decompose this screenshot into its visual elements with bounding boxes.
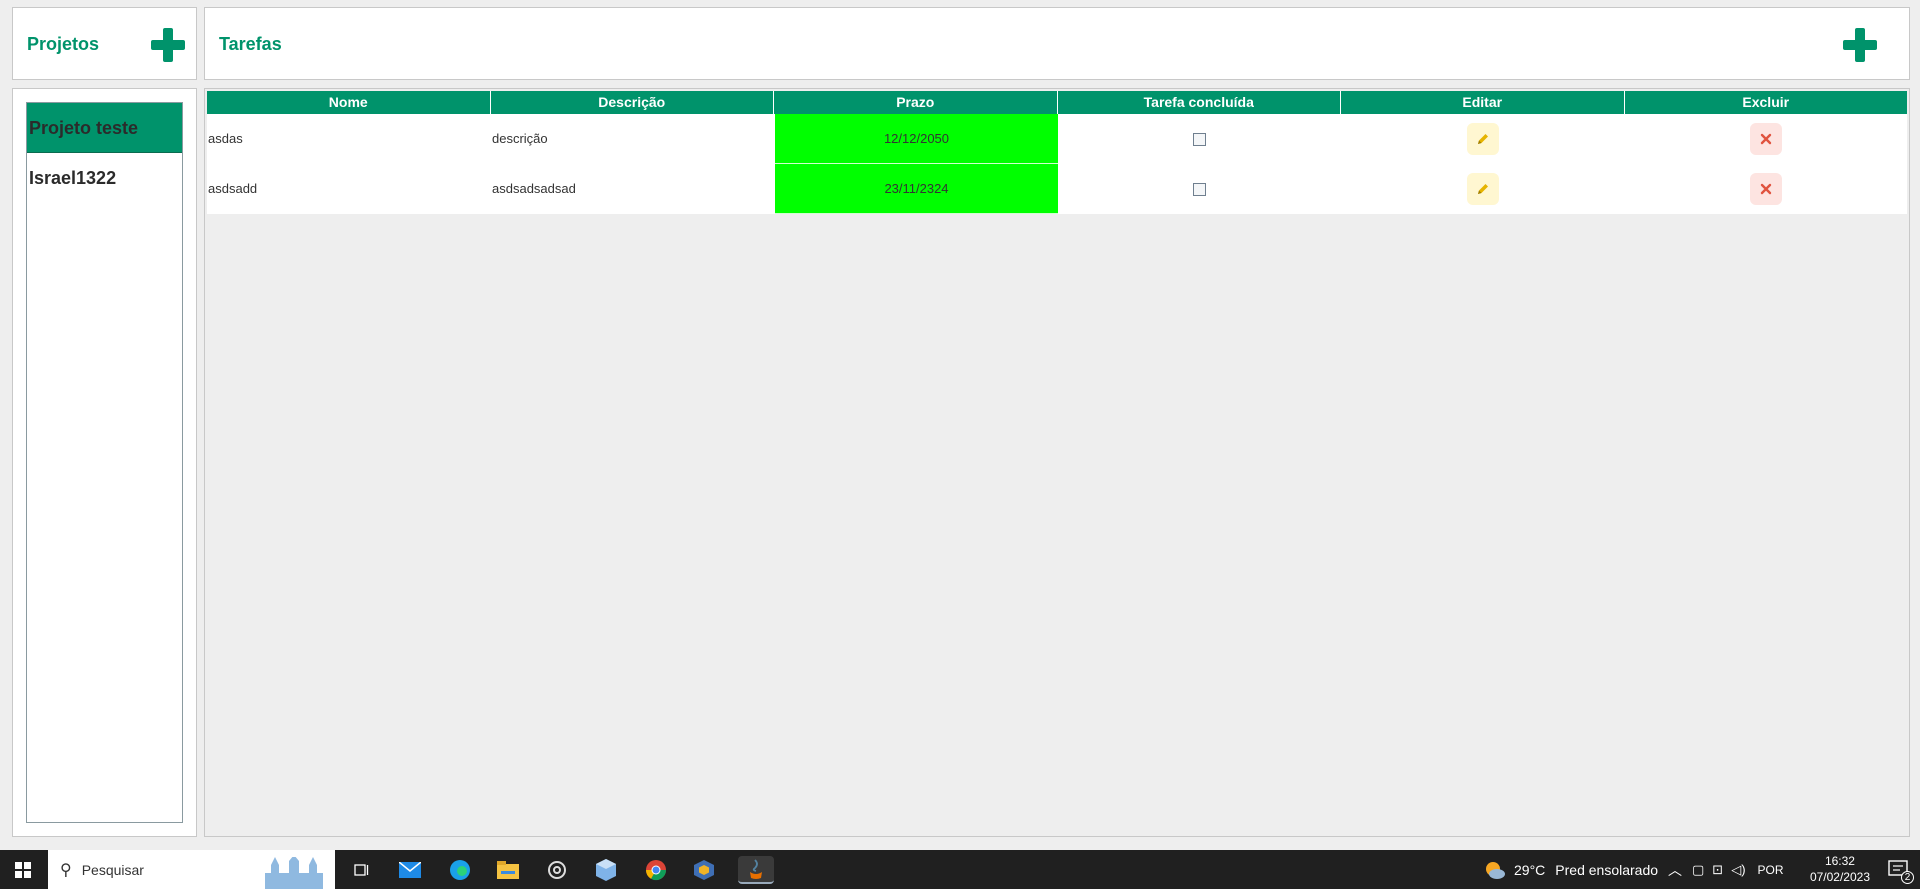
virtualbox-icon[interactable] — [592, 856, 620, 884]
taskbar-search[interactable]: ⚲ Pesquisar — [48, 850, 335, 889]
edit-task-button[interactable] — [1466, 173, 1499, 205]
project-item[interactable]: Israel1322 — [27, 153, 182, 203]
task-description-cell[interactable]: descrição — [491, 114, 775, 164]
projects-title: Projetos — [27, 34, 100, 54]
weather-description: Pred ensolarado — [1555, 861, 1659, 878]
task-deadline-cell[interactable]: 12/12/2050 — [775, 114, 1058, 164]
chrome-icon[interactable] — [642, 856, 670, 884]
table-row[interactable]: asdsadd asdsadsadsad 23/11/2324 — [207, 164, 1907, 214]
task-deadline-cell[interactable]: 23/11/2324 — [775, 164, 1058, 214]
column-header-edit[interactable]: Editar — [1341, 91, 1625, 114]
task-name-cell[interactable]: asdas — [207, 114, 491, 164]
add-task-button[interactable] — [1843, 28, 1877, 62]
system-tray: ︿ ▢ ⊡ ◁) POR — [1668, 850, 1784, 889]
edit-task-button[interactable] — [1466, 123, 1499, 155]
windows-icon — [15, 861, 31, 878]
add-project-button[interactable] — [151, 28, 185, 62]
tasks-table-body: asdas descrição 12/12/2050 asdsadd asdsa… — [207, 114, 1907, 214]
todo-app-window: Projetos Tarefas Projeto teste Israel132… — [0, 0, 1920, 850]
volume-icon[interactable]: ◁) — [1731, 862, 1745, 878]
app-cube-icon[interactable] — [690, 856, 718, 884]
column-header-completed[interactable]: Tarefa concluída — [1058, 91, 1341, 114]
search-placeholder: Pesquisar — [81, 861, 144, 878]
projects-panel: Projeto teste Israel1322 — [12, 88, 197, 837]
clock-time: 16:32 — [1824, 854, 1855, 868]
windows-taskbar: ⚲ Pesquisar 29°C Pred ensolarado ︿ ▢ ⊡ ◁… — [0, 850, 1920, 889]
column-header-description[interactable]: Descrição — [491, 91, 774, 114]
edge-browser-icon[interactable] — [446, 856, 474, 884]
weather-widget[interactable]: 29°C Pred ensolarado — [1484, 850, 1658, 889]
close-icon — [1760, 183, 1771, 195]
notification-count-badge: 2 — [1901, 871, 1914, 884]
task-completed-cell — [1058, 164, 1341, 214]
chevron-up-icon[interactable]: ︿ — [1668, 860, 1682, 880]
castle-illustration-icon — [265, 857, 323, 889]
pencil-icon — [1477, 134, 1488, 144]
column-header-deadline[interactable]: Prazo — [774, 91, 1058, 114]
task-completed-cell — [1058, 114, 1341, 164]
task-description-cell[interactable]: asdsadsadsad — [491, 164, 775, 214]
column-header-delete[interactable]: Excluir — [1625, 91, 1908, 114]
projects-list[interactable]: Projeto teste Israel1322 — [26, 102, 183, 823]
tasks-table-panel: Nome Descrição Prazo Tarefa concluída Ed… — [204, 88, 1910, 837]
project-item[interactable]: Projeto teste — [27, 103, 182, 153]
projects-header: Projetos — [12, 7, 197, 80]
file-explorer-icon[interactable] — [494, 856, 522, 884]
weather-temperature: 29°C — [1514, 861, 1546, 878]
tasks-title: Tarefas — [219, 34, 282, 54]
network-icon[interactable]: ⊡ — [1712, 862, 1723, 878]
delete-task-button[interactable] — [1749, 123, 1782, 155]
task-completed-checkbox[interactable] — [1193, 182, 1206, 196]
search-icon: ⚲ — [60, 861, 72, 879]
delete-task-button[interactable] — [1749, 173, 1782, 205]
task-view-icon[interactable] — [348, 856, 376, 884]
close-icon — [1760, 133, 1771, 145]
column-header-name[interactable]: Nome — [207, 91, 491, 114]
table-row[interactable]: asdas descrição 12/12/2050 — [207, 114, 1907, 164]
clock-date: 07/02/2023 — [1809, 870, 1870, 884]
tasks-header: Tarefas — [204, 7, 1910, 80]
task-edit-cell — [1341, 164, 1624, 214]
start-button[interactable] — [0, 850, 46, 889]
task-delete-cell — [1624, 164, 1907, 214]
task-edit-cell — [1341, 114, 1624, 164]
pencil-icon — [1477, 184, 1488, 194]
meet-now-icon[interactable]: ▢ — [1692, 862, 1704, 878]
task-completed-checkbox[interactable] — [1193, 132, 1206, 146]
mail-icon[interactable] — [396, 856, 424, 884]
notification-center-button[interactable]: 2 — [1888, 859, 1914, 884]
task-name-cell[interactable]: asdsadd — [207, 164, 491, 214]
tasks-table-header: Nome Descrição Prazo Tarefa concluída Ed… — [207, 91, 1907, 114]
taskbar-clock[interactable]: 16:32 07/02/2023 — [1810, 853, 1870, 885]
java-app-icon[interactable] — [738, 856, 774, 884]
language-indicator[interactable]: POR — [1758, 863, 1784, 877]
chatgpt-icon[interactable] — [543, 856, 571, 884]
task-delete-cell — [1624, 114, 1907, 164]
weather-sun-cloud-icon — [1486, 861, 1505, 879]
